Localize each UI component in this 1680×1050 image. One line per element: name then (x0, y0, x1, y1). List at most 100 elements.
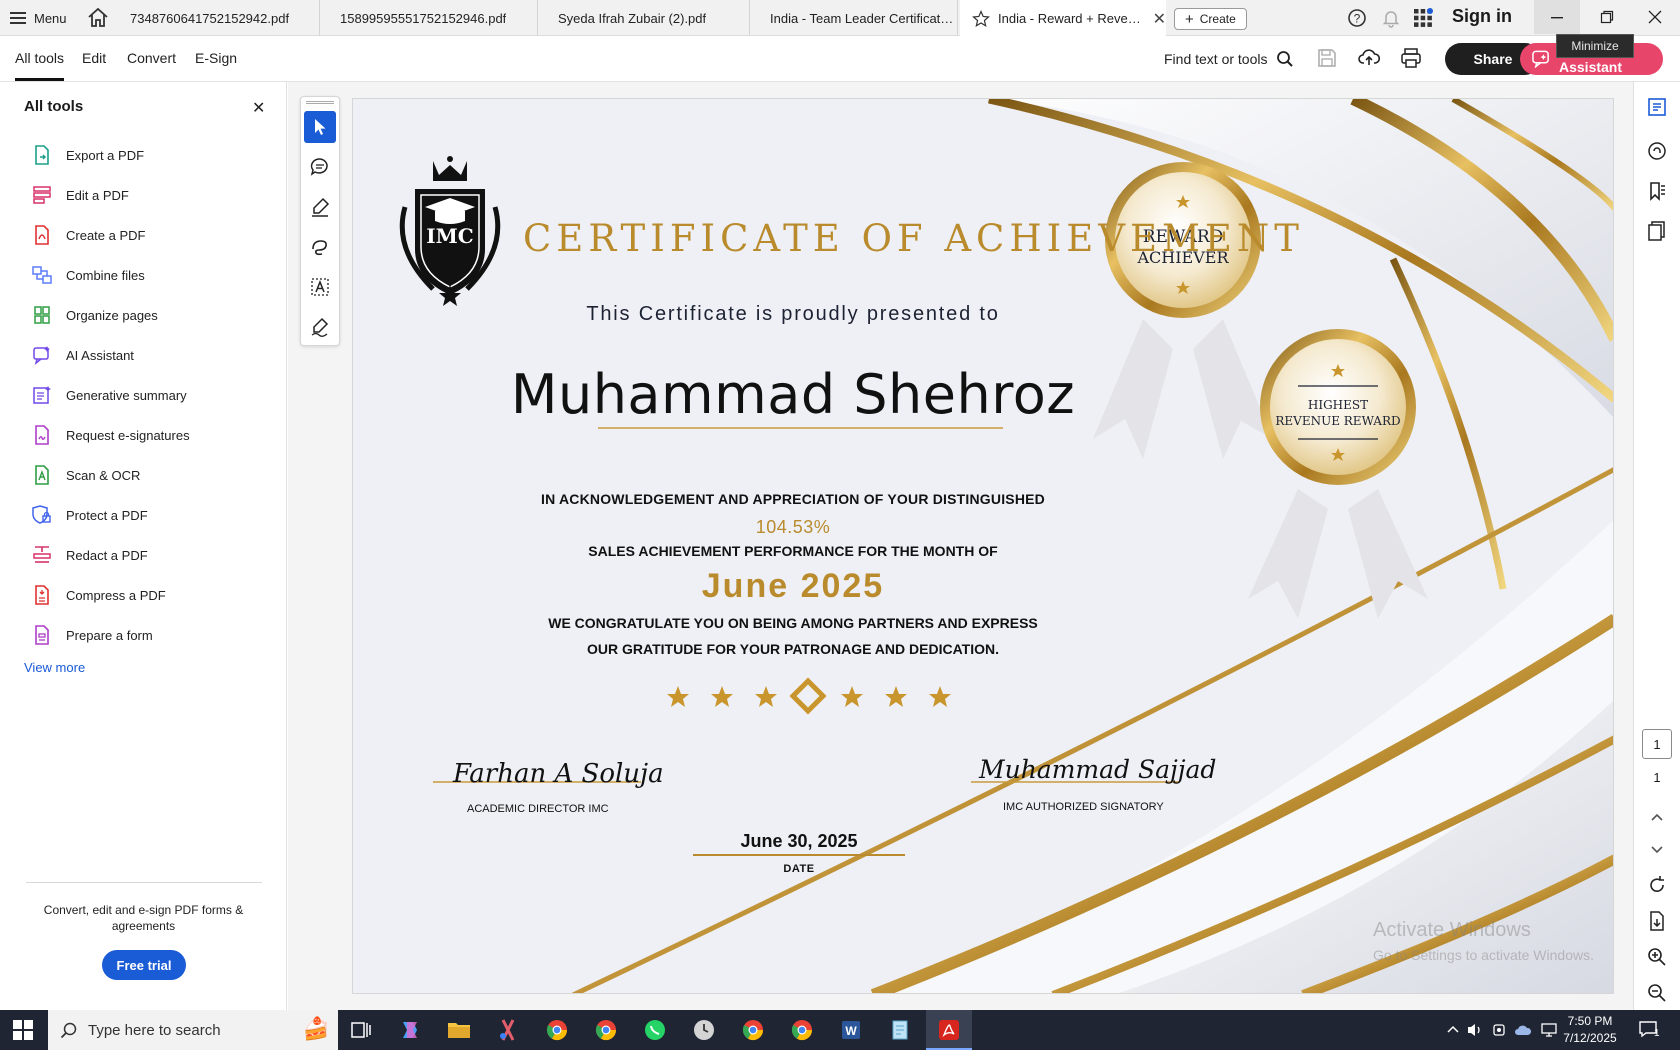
tool-scan-ocr[interactable]: Scan & OCR (32, 463, 140, 487)
help-icon[interactable]: ? (1347, 8, 1367, 28)
svg-text:?: ? (1354, 12, 1361, 26)
zoom-out-icon[interactable] (1646, 982, 1668, 1004)
tool-export-pdf[interactable]: Export a PDF (32, 143, 144, 167)
windows-taskbar: Type here to search 🍰 W 7:50 PM 7/12/202… (0, 1010, 1680, 1050)
current-page-input[interactable]: 1 (1642, 729, 1672, 759)
bookmarks-icon[interactable] (1646, 180, 1668, 202)
tab-esign[interactable]: E-Sign (195, 50, 237, 66)
minimize-tooltip: Minimize (1556, 34, 1634, 58)
tab-document-2[interactable]: 15899595551752152946.pdf (320, 0, 538, 36)
logo-text: IMC (426, 224, 473, 248)
weather-cloud-icon[interactable] (1514, 1022, 1532, 1038)
tool-protect-pdf[interactable]: Protect a PDF (32, 503, 148, 527)
zoom-in-icon[interactable] (1646, 946, 1668, 968)
sign-in-button[interactable]: Sign in (1452, 6, 1512, 27)
chrome-icon-2[interactable] (740, 1018, 766, 1042)
signature-authorized-signatory: Muhammad Sajjad (979, 755, 1217, 784)
tab-document-1[interactable]: 7348760641752152942.pdf (110, 0, 320, 36)
badge2-line1: HIGHEST (1308, 398, 1368, 412)
camera-icon[interactable] (1492, 1022, 1508, 1038)
cloud-upload-icon[interactable] (1358, 47, 1380, 69)
tab-document-3[interactable]: Syeda Ifrah Zubair (2).pdf (538, 0, 750, 36)
save-page-icon[interactable] (1646, 910, 1668, 932)
tab-convert[interactable]: Convert (127, 50, 176, 66)
badge2-line2: REVENUE REWARD (1275, 414, 1400, 428)
comments-panel-icon[interactable] (1646, 96, 1668, 118)
close-window-button[interactable] (1632, 0, 1678, 34)
tab-edit[interactable]: Edit (82, 50, 106, 66)
page-thumbnails-icon[interactable] (1646, 220, 1668, 242)
sign-tool-button[interactable] (304, 311, 336, 343)
tool-label: Protect a PDF (66, 507, 148, 523)
close-panel-icon[interactable]: ✕ (252, 98, 265, 118)
copilot-icon[interactable] (397, 1018, 423, 1042)
windows-start-icon[interactable] (13, 1020, 33, 1040)
tool-compress-pdf[interactable]: Compress a PDF (32, 583, 166, 607)
notification-center-button[interactable]: 1 (1636, 1018, 1666, 1042)
tool-ai-assistant[interactable]: AI Assistant (32, 343, 134, 367)
tool-generative-summary[interactable]: Generative summary (32, 383, 187, 407)
acrobat-taskbar-button[interactable] (926, 1010, 972, 1050)
apps-grid-icon[interactable] (1413, 8, 1433, 28)
previous-page-icon[interactable] (1646, 806, 1668, 828)
activate-windows-title: Activate Windows (1373, 919, 1531, 941)
tool-request-esignatures[interactable]: Request e-signatures (32, 423, 190, 447)
chrome-profile-icon[interactable] (593, 1018, 619, 1042)
snipping-tool-icon[interactable] (495, 1018, 521, 1042)
tool-prepare-form[interactable]: Prepare a form (32, 623, 153, 647)
tool-label: AI Assistant (66, 347, 134, 363)
chrome-icon[interactable] (544, 1018, 570, 1042)
attachments-icon[interactable] (1646, 140, 1668, 162)
signature-pen-icon (311, 317, 329, 337)
text-tool-button[interactable] (304, 271, 336, 303)
select-tool-button[interactable] (304, 111, 336, 143)
save-icon[interactable] (1317, 48, 1337, 68)
tool-organize-pages[interactable]: Organize pages (32, 303, 158, 327)
draw-tool-button[interactable] (304, 231, 336, 263)
find-text-tools[interactable]: Find text or tools (1164, 50, 1294, 68)
activate-windows-subtitle: Go to Settings to activate Windows. (1373, 947, 1594, 963)
tool-redact-pdf[interactable]: Redact a PDF (32, 543, 148, 567)
notification-bell-icon[interactable] (1381, 8, 1401, 28)
tool-combine-files[interactable]: Combine files (32, 263, 145, 287)
tab-all-tools[interactable]: All tools (15, 50, 65, 81)
network-icon[interactable] (1540, 1022, 1558, 1038)
find-label: Find text or tools (1164, 51, 1268, 67)
tab-document-4[interactable]: India - Team Leader Certificate (... (750, 0, 958, 36)
free-trial-button[interactable]: Free trial (102, 950, 186, 980)
file-explorer-icon[interactable] (446, 1018, 472, 1042)
quick-tools-strip (300, 96, 340, 346)
taskbar-search[interactable]: Type here to search 🍰 (48, 1010, 338, 1050)
chrome-icon-3[interactable] (789, 1018, 815, 1042)
word-icon[interactable]: W (838, 1018, 864, 1042)
tool-label: Edit a PDF (66, 187, 129, 203)
search-placeholder: Type here to search (88, 1021, 221, 1039)
refresh-icon[interactable] (1646, 874, 1668, 896)
star-icon[interactable] (972, 9, 990, 28)
notepad-icon[interactable] (887, 1018, 913, 1042)
comment-tool-button[interactable] (304, 151, 336, 183)
tab-label: India - Team Leader Certificate (... (770, 10, 957, 26)
print-icon[interactable] (1400, 47, 1422, 69)
drag-grip[interactable] (306, 101, 334, 104)
menu-button[interactable]: Menu (10, 7, 67, 29)
volume-icon[interactable] (1466, 1022, 1484, 1038)
restore-button[interactable] (1584, 0, 1630, 34)
tool-edit-pdf[interactable]: Edit a PDF (32, 183, 129, 207)
tool-create-pdf[interactable]: Create a PDF (32, 223, 145, 247)
highlight-tool-button[interactable] (304, 191, 336, 223)
clock-app-icon[interactable] (691, 1018, 717, 1042)
next-page-icon[interactable] (1646, 838, 1668, 860)
close-tab-icon[interactable]: ✕ (1153, 9, 1166, 29)
tab-document-active[interactable]: India - Reward + Revenu... ✕ (960, 0, 1166, 37)
create-button[interactable]: + Create (1174, 8, 1247, 30)
promo-text: Convert, edit and e-sign PDF forms & agr… (43, 903, 244, 933)
task-view-icon[interactable] (348, 1018, 374, 1042)
view-more-link[interactable]: View more (24, 660, 85, 675)
tray-chevron-icon[interactable] (1446, 1023, 1460, 1037)
whatsapp-icon[interactable] (642, 1018, 668, 1042)
notification-count: 1 (1654, 1028, 1660, 1039)
minimize-button[interactable] (1534, 0, 1580, 34)
home-button[interactable] (86, 6, 110, 30)
system-clock[interactable]: 7:50 PM 7/12/2025 (1562, 1013, 1618, 1047)
